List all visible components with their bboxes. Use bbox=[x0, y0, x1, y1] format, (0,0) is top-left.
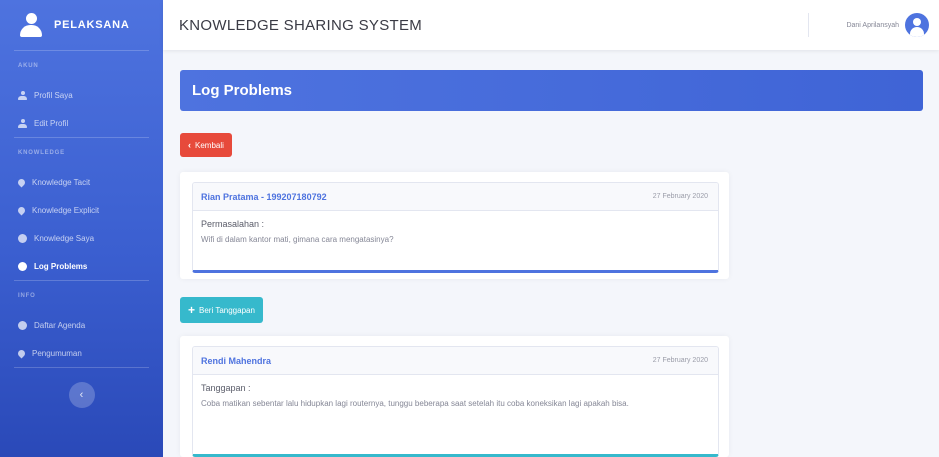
response-label: Tanggapan : bbox=[201, 383, 251, 393]
sidebar: PELAKSANA AKUN Profil Saya Edit Profil K… bbox=[0, 0, 163, 457]
chevron-left-icon: ‹ bbox=[188, 140, 191, 150]
response-author[interactable]: Rendi Mahendra bbox=[201, 356, 271, 366]
sidebar-item-label: Edit Profil bbox=[34, 118, 69, 128]
plus-icon: + bbox=[188, 303, 196, 317]
sidebar-item-label: Daftar Agenda bbox=[34, 320, 86, 330]
sidebar-item-pengumuman[interactable]: Pengumuman bbox=[0, 339, 163, 367]
response-panel: Rendi Mahendra 27 February 2020 Tanggapa… bbox=[180, 336, 729, 457]
circle-icon bbox=[18, 233, 27, 243]
avatar-icon bbox=[905, 13, 929, 37]
problem-label: Permasalahan : bbox=[201, 219, 265, 229]
response-card: Rendi Mahendra 27 February 2020 Tanggapa… bbox=[192, 346, 719, 457]
chevron-left-icon: ‹ bbox=[79, 389, 84, 401]
problem-card: Rian Pratama - 199207180792 27 February … bbox=[192, 182, 719, 273]
problem-text: Wifi di dalam kantor mati, gimana cara m… bbox=[201, 235, 394, 244]
sidebar-item-daftar-agenda[interactable]: Daftar Agenda bbox=[0, 311, 163, 339]
sidebar-item-profil-saya[interactable]: Profil Saya bbox=[0, 81, 163, 109]
problem-card-header: Rian Pratama - 199207180792 27 February … bbox=[193, 183, 718, 211]
sidebar-item-label: Pengumuman bbox=[32, 348, 82, 358]
page-header: Log Problems bbox=[180, 70, 923, 111]
response-card-header: Rendi Mahendra 27 February 2020 bbox=[193, 347, 718, 375]
lightbulb-outline-icon bbox=[16, 205, 27, 215]
response-date: 27 February 2020 bbox=[652, 357, 708, 364]
user-icon bbox=[20, 13, 42, 37]
sidebar-item-label: Knowledge Explicit bbox=[32, 205, 100, 215]
sidebar-brand[interactable]: PELAKSANA bbox=[0, 0, 163, 50]
sidebar-item-label: Knowledge Tacit bbox=[32, 177, 91, 187]
sidebar-item-label: Knowledge Saya bbox=[34, 233, 95, 243]
brand-text: PELAKSANA bbox=[54, 19, 130, 31]
info-circle-icon bbox=[18, 261, 27, 271]
section-heading-info: INFO bbox=[18, 293, 36, 299]
calendar-icon bbox=[18, 320, 27, 330]
response-text: Coba matikan sebentar lalu hidupkan lagi… bbox=[201, 399, 629, 408]
bullhorn-icon bbox=[16, 348, 27, 358]
sidebar-item-knowledge-saya[interactable]: Knowledge Saya bbox=[0, 224, 163, 252]
sidebar-item-log-problems[interactable]: Log Problems bbox=[0, 252, 163, 280]
topbar: KNOWLEDGE SHARING SYSTEM Dani Aprilansya… bbox=[163, 0, 939, 50]
sidebar-item-label: Log Problems bbox=[34, 261, 88, 271]
problem-author[interactable]: Rian Pratama - 199207180792 bbox=[201, 192, 327, 202]
back-button-label: Kembali bbox=[195, 140, 224, 150]
sidebar-item-edit-profil[interactable]: Edit Profil bbox=[0, 109, 163, 137]
topbar-divider bbox=[808, 13, 809, 37]
reply-button-label: Beri Tanggapan bbox=[199, 305, 255, 315]
section-heading-akun: AKUN bbox=[18, 63, 39, 69]
sidebar-item-knowledge-tacit[interactable]: Knowledge Tacit bbox=[0, 168, 163, 196]
user-name: Dani Aprilansyah bbox=[846, 21, 899, 29]
lightbulb-icon bbox=[16, 177, 27, 187]
sidebar-divider bbox=[14, 367, 149, 368]
user-icon bbox=[18, 90, 27, 100]
page-title: Log Problems bbox=[192, 82, 293, 99]
sidebar-item-knowledge-explicit[interactable]: Knowledge Explicit bbox=[0, 196, 163, 224]
user-menu[interactable]: Dani Aprilansyah bbox=[846, 13, 929, 37]
user-edit-icon bbox=[18, 118, 27, 128]
problem-date: 27 February 2020 bbox=[652, 193, 708, 200]
problem-panel: Rian Pratama - 199207180792 27 February … bbox=[180, 172, 729, 279]
sidebar-item-label: Profil Saya bbox=[34, 90, 73, 100]
app-title: KNOWLEDGE SHARING SYSTEM bbox=[179, 16, 423, 34]
section-heading-knowledge: KNOWLEDGE bbox=[18, 150, 65, 156]
reply-button[interactable]: + Beri Tanggapan bbox=[180, 297, 263, 323]
back-button[interactable]: ‹ Kembali bbox=[180, 133, 232, 157]
sidebar-toggle-button[interactable]: ‹ bbox=[68, 382, 95, 408]
